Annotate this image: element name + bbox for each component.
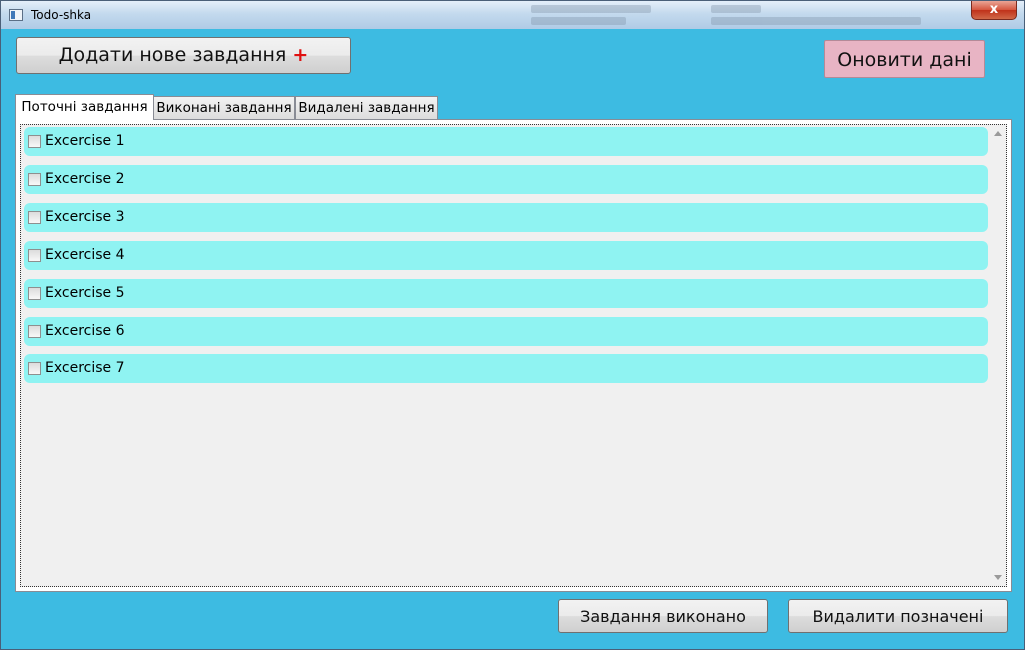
- background-blur: [521, 1, 961, 29]
- tab-deleted-tasks[interactable]: Видалені завдання: [295, 96, 438, 120]
- refresh-label: Оновити дані: [837, 49, 972, 71]
- task-item[interactable]: Excercise 5: [24, 279, 988, 308]
- task-checkbox[interactable]: [28, 211, 41, 224]
- scroll-up-icon[interactable]: [994, 131, 1002, 136]
- task-label: Excercise 3: [45, 209, 125, 225]
- task-checkbox[interactable]: [28, 362, 41, 375]
- tab-panel: Excercise 1 Excercise 2 Excercise 3 Exce…: [15, 119, 1012, 592]
- tab-completed-tasks-label: Виконані завдання: [156, 100, 292, 116]
- task-checkbox[interactable]: [28, 135, 41, 148]
- tab-deleted-tasks-label: Видалені завдання: [298, 100, 435, 116]
- task-checkbox[interactable]: [28, 249, 41, 262]
- task-checkbox[interactable]: [28, 173, 41, 186]
- close-icon: x: [989, 2, 999, 17]
- task-item[interactable]: Excercise 1: [24, 127, 988, 156]
- task-list[interactable]: Excercise 1 Excercise 2 Excercise 3 Exce…: [20, 124, 1007, 587]
- title-bar[interactable]: Todo-shka x: [1, 1, 1024, 29]
- close-button[interactable]: x: [971, 1, 1017, 20]
- task-item[interactable]: Excercise 3: [24, 203, 988, 232]
- app-window: Todo-shka x Додати нове завдання + Онови…: [0, 0, 1025, 650]
- app-icon: [9, 9, 23, 21]
- mark-done-button[interactable]: Завдання виконано: [558, 599, 768, 633]
- task-label: Excercise 1: [45, 133, 125, 149]
- scroll-down-icon[interactable]: [994, 575, 1002, 580]
- delete-selected-button[interactable]: Видалити позначені: [788, 599, 1008, 633]
- add-task-label: Додати нове завдання: [58, 44, 287, 66]
- task-label: Excercise 5: [45, 285, 125, 301]
- task-label: Excercise 6: [45, 323, 125, 339]
- task-item[interactable]: Excercise 4: [24, 241, 988, 270]
- task-checkbox[interactable]: [28, 287, 41, 300]
- task-item[interactable]: Excercise 6: [24, 317, 988, 346]
- window-title: Todo-shka: [31, 8, 92, 22]
- mark-done-label: Завдання виконано: [580, 607, 746, 626]
- tab-completed-tasks[interactable]: Виконані завдання: [153, 96, 295, 120]
- task-checkbox[interactable]: [28, 325, 41, 338]
- add-task-button[interactable]: Додати нове завдання +: [16, 37, 351, 74]
- refresh-button[interactable]: Оновити дані: [824, 40, 985, 78]
- tab-current-tasks[interactable]: Поточні завдання: [15, 94, 154, 120]
- task-label: Excercise 2: [45, 171, 125, 187]
- delete-selected-label: Видалити позначені: [812, 607, 984, 626]
- vertical-scrollbar[interactable]: [991, 126, 1005, 585]
- task-label: Excercise 4: [45, 247, 125, 263]
- task-label: Excercise 7: [45, 360, 125, 376]
- task-item[interactable]: Excercise 7: [24, 354, 988, 383]
- task-item[interactable]: Excercise 2: [24, 165, 988, 194]
- tab-current-tasks-label: Поточні завдання: [21, 99, 148, 115]
- plus-icon: +: [292, 44, 309, 66]
